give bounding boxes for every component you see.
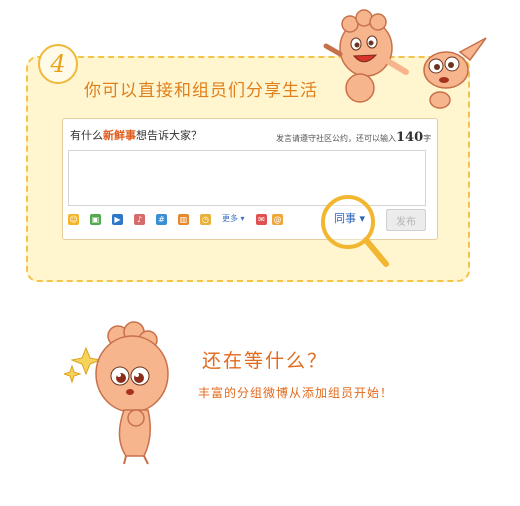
mascot-pair-illustration — [323, 9, 487, 109]
notice-suffix: 字 — [423, 134, 432, 143]
prompt-suffix: 想告诉大家？ — [136, 129, 202, 142]
mascot-icon — [95, 321, 169, 465]
step-title: 你可以直接和组员们分享生活 — [84, 81, 318, 101]
toolbar-more-menu[interactable]: 更多 ▾ — [222, 213, 245, 224]
visibility-select[interactable]: 同事 ▾ — [334, 210, 365, 226]
video-icon[interactable]: ▶ — [112, 214, 123, 225]
mascot-small-icon — [423, 37, 487, 109]
prompt-highlight: 新鲜事 — [103, 129, 136, 142]
more-label: 更多 — [222, 214, 238, 223]
cta-title: 还在等什么？ — [202, 350, 329, 372]
prompt-prefix: 有什么 — [70, 129, 103, 142]
sparkle-icon — [64, 364, 82, 384]
music-icon[interactable]: ♪ — [134, 214, 145, 225]
mascot-big-icon — [323, 9, 409, 103]
compose-prompt: 有什么新鲜事想告诉大家？ — [70, 127, 202, 143]
publish-button[interactable]: 发布 — [386, 209, 426, 231]
char-limit-count: 140 — [396, 130, 424, 145]
step-number-badge: 4 — [38, 44, 78, 84]
cta-subtitle: 丰富的分组微博从添加组员开始！ — [198, 386, 394, 400]
magnifier-highlight-icon — [321, 195, 389, 267]
mascot-waiting-illustration — [64, 321, 169, 465]
char-count-notice: 发言请遵守社区公约，还可以输入140字 — [276, 130, 431, 145]
at-icon[interactable]: @ — [272, 214, 283, 225]
emoji-icon[interactable]: ☺ — [68, 214, 79, 225]
schedule-icon[interactable]: ◷ — [200, 214, 211, 225]
notice-prefix: 发言请遵守社区公约，还可以输入 — [276, 134, 396, 143]
image-icon[interactable]: ▣ — [90, 214, 101, 225]
chevron-down-icon: ▾ — [356, 212, 366, 225]
topic-icon[interactable]: # — [156, 214, 167, 225]
photo-album-icon[interactable]: ✉ — [256, 214, 267, 225]
chevron-down-icon: ▾ — [238, 214, 245, 223]
poll-icon[interactable]: ▥ — [178, 214, 189, 225]
visibility-label: 同事 — [334, 212, 356, 225]
